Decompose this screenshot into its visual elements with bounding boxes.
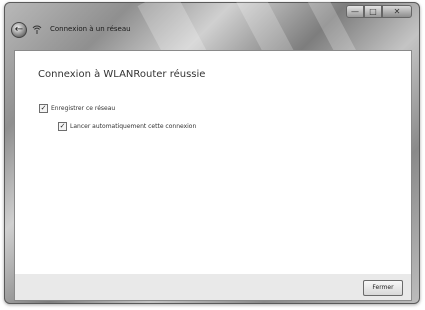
save-network-label: Enregistrer ce réseau [51,105,116,112]
title-bar: — □ ✕ ← Connexion à un réseau [4,2,420,79]
window-title: Connexion à un réseau [50,25,131,33]
maximize-button[interactable]: □ [364,5,382,18]
close-window-button[interactable]: ✕ [382,5,412,18]
auto-connect-option[interactable]: ✓ Lancer automatiquement cette connexion [58,122,196,131]
dialog-footer: Fermer [14,274,412,301]
save-network-checkbox[interactable]: ✓ [39,104,48,113]
network-icon [32,25,42,34]
auto-connect-checkbox[interactable]: ✓ [58,122,67,131]
content-panel: Connexion à WLANRouter réussie ✓ Enregis… [14,50,412,276]
auto-connect-label: Lancer automatiquement cette connexion [70,123,197,130]
save-network-option[interactable]: ✓ Enregistrer ce réseau [39,104,115,113]
page-title: Connexion à WLANRouter réussie [38,69,206,80]
dialog-window: — □ ✕ ← Connexion à un réseau Connexion … [4,2,420,304]
back-arrow-icon[interactable]: ← [11,22,27,38]
minimize-button[interactable]: — [346,5,364,18]
window-controls: — □ ✕ [346,5,412,18]
close-button[interactable]: Fermer [363,280,403,296]
